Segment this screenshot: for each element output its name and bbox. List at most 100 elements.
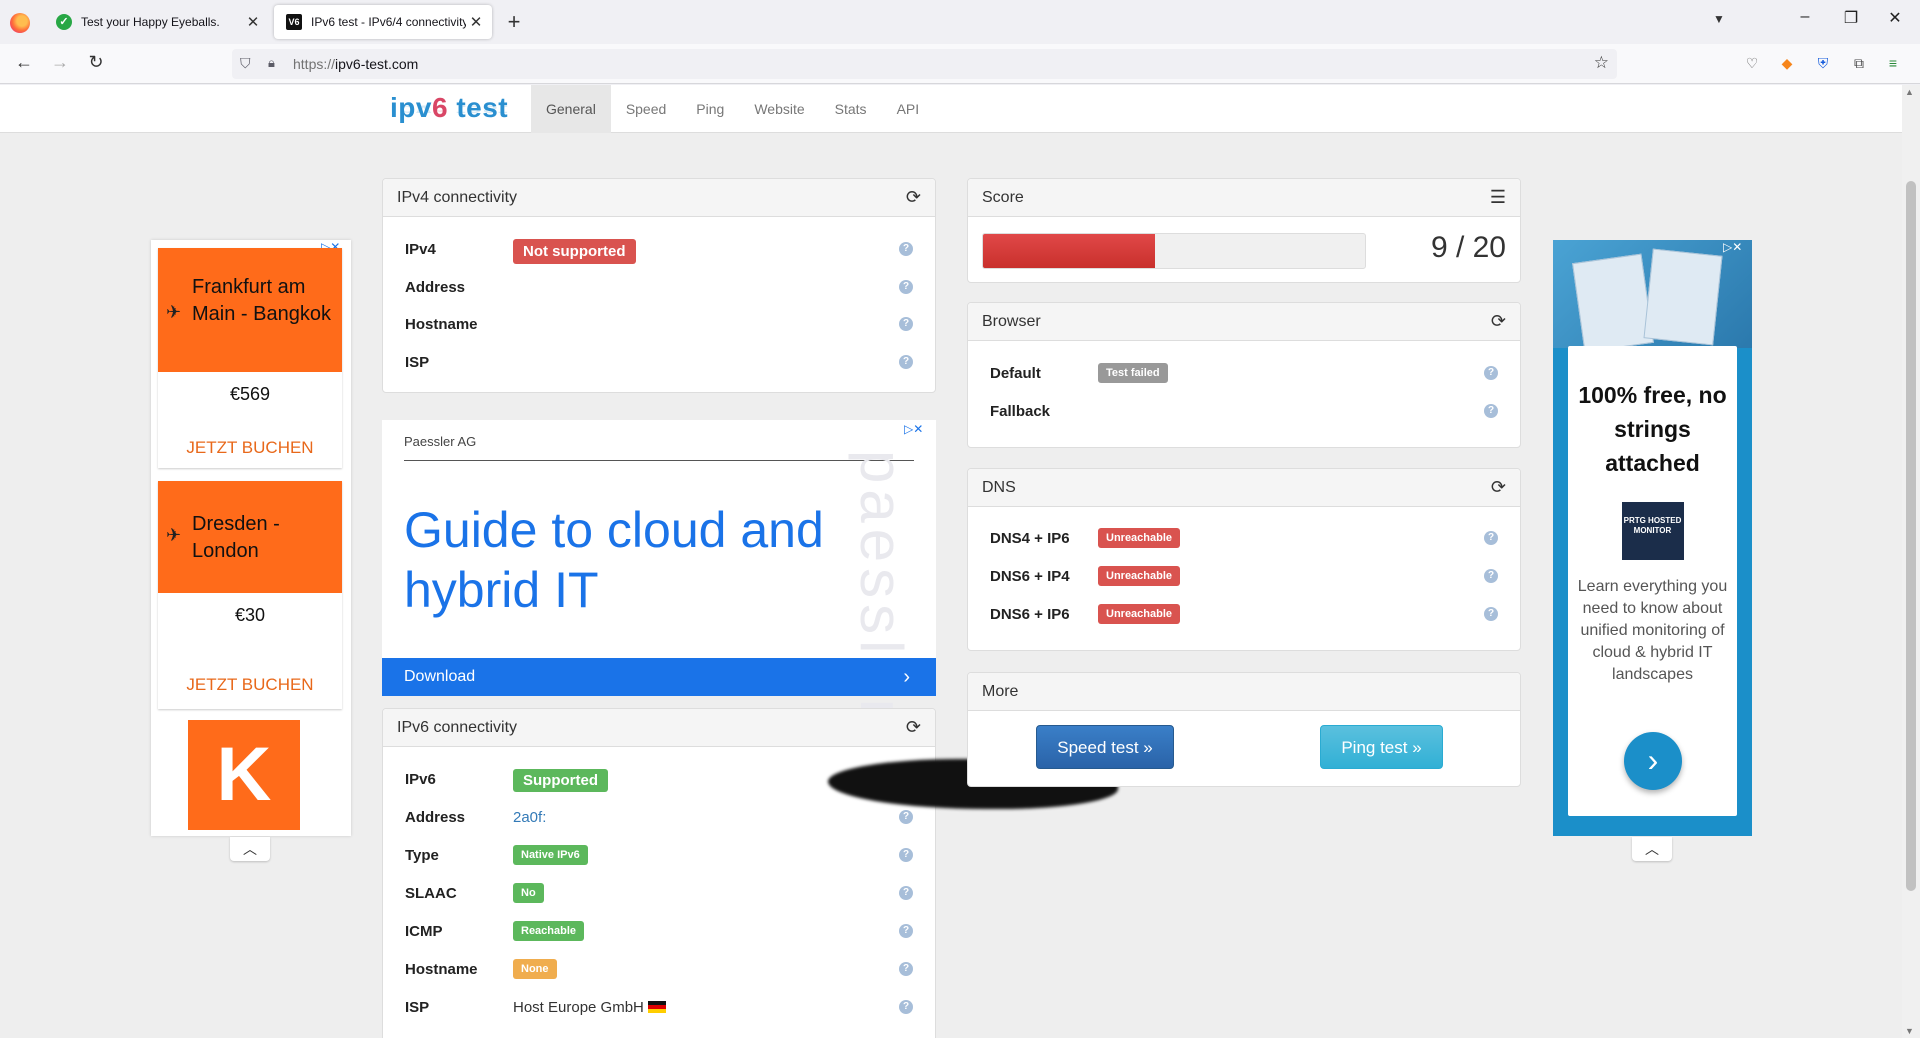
status-badge: No	[513, 883, 544, 903]
panel-header: IPv6 connectivity ⟳	[383, 709, 935, 747]
metamask-icon[interactable]: ◆	[1778, 54, 1796, 72]
middle-ad[interactable]: ▷✕ Paessler AG paessler Guide to cloud a…	[382, 420, 936, 725]
chevron-down-icon[interactable]: ▼	[1713, 12, 1725, 26]
bookmark-star-icon[interactable]: ☆	[1594, 53, 1609, 73]
row-value: None	[513, 959, 557, 979]
book-button[interactable]: JETZT BUCHEN	[158, 438, 342, 458]
row-label: SLAAC	[405, 885, 457, 902]
menu-icon[interactable]: ≡	[1884, 54, 1902, 72]
help-icon[interactable]: ?	[899, 1000, 913, 1014]
ipv6-address-link[interactable]: 2a0f:	[513, 809, 546, 826]
row-value: Not supported	[513, 239, 636, 264]
prtg-logo: PRTG HOSTED MONITOR	[1621, 502, 1684, 560]
minimize-icon[interactable]: –	[1790, 8, 1820, 26]
lock-icon[interactable]: 🔒︎	[268, 55, 275, 71]
flight-price: €569	[229, 384, 271, 404]
list-icon[interactable]: ☰	[1490, 187, 1506, 208]
panel-title: Score	[982, 188, 1024, 206]
help-icon[interactable]: ?	[1484, 531, 1498, 545]
tab-ipv6-test[interactable]: V6 IPv6 test - IPv6/4 connectivity a ✕	[274, 5, 492, 39]
help-icon[interactable]: ?	[899, 810, 913, 824]
flight-route: Dresden - London	[192, 513, 280, 562]
refresh-icon[interactable]: ⟳	[1491, 477, 1506, 498]
site-navbar: ipv6 test ipv6 test General Speed Ping W…	[0, 85, 1902, 133]
help-icon[interactable]: ?	[1484, 569, 1498, 583]
left-ad[interactable]: ▷✕ ✈ Frankfurt am Main - Bangkok €569 JE…	[151, 240, 351, 836]
status-badge: Test failed	[1098, 363, 1168, 383]
forward-icon[interactable]: →	[46, 52, 74, 73]
ad-hero-image	[1553, 240, 1752, 348]
advertiser-name: Paessler AG	[404, 434, 477, 449]
new-tab-button[interactable]: +	[502, 9, 526, 35]
help-icon[interactable]: ?	[899, 317, 913, 331]
menu-api[interactable]: API	[882, 85, 935, 133]
close-icon[interactable]: ✕	[243, 13, 263, 31]
back-icon[interactable]: ←	[10, 52, 38, 73]
ipv4-row: IPv4 Not supported ?	[383, 235, 935, 265]
firefox-icon[interactable]	[10, 13, 30, 33]
dns-row: DNS6 + IP4 Unreachable ?	[968, 562, 1520, 592]
scroll-up-icon[interactable]: ▲	[1905, 87, 1914, 97]
help-icon[interactable]: ?	[1484, 366, 1498, 380]
row-label: Hostname	[405, 316, 478, 333]
close-icon[interactable]: ✕	[466, 13, 486, 31]
scrollbar-thumb[interactable]	[1906, 181, 1916, 891]
chevron-up-icon[interactable]: ︿	[230, 837, 270, 861]
scroll-down-icon[interactable]: ▼	[1905, 1026, 1914, 1036]
row-value: Reachable	[513, 921, 585, 941]
menu-stats[interactable]: Stats	[820, 85, 882, 133]
reload-icon[interactable]: ↻	[82, 52, 110, 73]
url-text[interactable]: https://ipv6-test.com	[293, 56, 418, 72]
menu-website[interactable]: Website	[739, 85, 819, 133]
help-icon[interactable]: ?	[899, 848, 913, 862]
extensions-icon[interactable]: ⧉	[1850, 54, 1868, 72]
help-icon[interactable]: ?	[899, 924, 913, 938]
help-icon[interactable]: ?	[1484, 404, 1498, 418]
pocket-icon[interactable]: ♡	[1743, 54, 1761, 72]
download-button[interactable]: Download ›	[382, 658, 936, 696]
isp-name: Host Europe GmbH	[513, 999, 667, 1016]
menu-ping[interactable]: Ping	[681, 85, 739, 133]
flight-banner: ✈ Frankfurt am Main - Bangkok	[158, 248, 342, 372]
shield-icon[interactable]: ⛉	[240, 55, 251, 72]
refresh-icon[interactable]: ⟳	[906, 717, 921, 738]
book-button[interactable]: JETZT BUCHEN	[158, 675, 342, 695]
menu-speed[interactable]: Speed	[611, 85, 681, 133]
page-scrollbar[interactable]: ▲ ▼	[1902, 85, 1920, 1038]
chevron-up-icon[interactable]: ︿	[1632, 837, 1672, 861]
bitwarden-icon[interactable]: ⛨	[1814, 54, 1832, 72]
tab-happy-eyeballs[interactable]: ✓ Test your Happy Eyeballs. ✕	[44, 5, 269, 39]
flight-offer[interactable]: ✈ Dresden - London €30 JETZT BUCHEN	[158, 481, 342, 709]
restore-icon[interactable]: ❐	[1836, 8, 1866, 28]
kayak-logo[interactable]: K	[188, 720, 300, 830]
right-ad[interactable]: ▷✕ 100% free, no strings attached PRTG H…	[1553, 240, 1752, 836]
logo-reflect-suffix: test	[448, 102, 509, 119]
adchoices-icon[interactable]: ▷✕	[1723, 240, 1742, 254]
close-window-icon[interactable]: ✕	[1880, 8, 1910, 28]
ad-headline: 100% free, no strings attached	[1578, 382, 1727, 476]
panel-header: IPv4 connectivity ⟳	[383, 179, 935, 217]
flight-price: €30	[234, 605, 266, 625]
help-icon[interactable]: ?	[899, 962, 913, 976]
flight-offer[interactable]: ✈ Frankfurt am Main - Bangkok €569 JETZT…	[158, 248, 342, 468]
status-badge: Supported	[513, 769, 608, 792]
help-icon[interactable]: ?	[899, 242, 913, 256]
tab-title: IPv6 test - IPv6/4 connectivity a	[311, 15, 466, 29]
menu-general[interactable]: General	[531, 85, 611, 133]
address-bar[interactable]: ⛉ 🔒︎ https://ipv6-test.com ☆	[232, 49, 1617, 79]
tab-title: Test your Happy Eyeballs.	[81, 15, 220, 29]
help-icon[interactable]: ?	[899, 280, 913, 294]
refresh-icon[interactable]: ⟳	[906, 187, 921, 208]
row-value: Test failed	[1098, 363, 1168, 383]
help-icon[interactable]: ?	[1484, 607, 1498, 621]
ping-test-button[interactable]: Ping test »	[1320, 725, 1443, 769]
adchoices-icon[interactable]: ▷✕	[904, 422, 923, 436]
help-icon[interactable]: ?	[899, 355, 913, 369]
panel-title: DNS	[982, 478, 1016, 496]
row-value: Unreachable	[1098, 528, 1181, 548]
help-icon[interactable]: ?	[899, 886, 913, 900]
chevron-right-icon[interactable]: ›	[1624, 732, 1682, 790]
flight-banner: ✈ Dresden - London	[158, 481, 342, 593]
speed-test-button[interactable]: Speed test »	[1036, 725, 1174, 769]
refresh-icon[interactable]: ⟳	[1491, 311, 1506, 332]
